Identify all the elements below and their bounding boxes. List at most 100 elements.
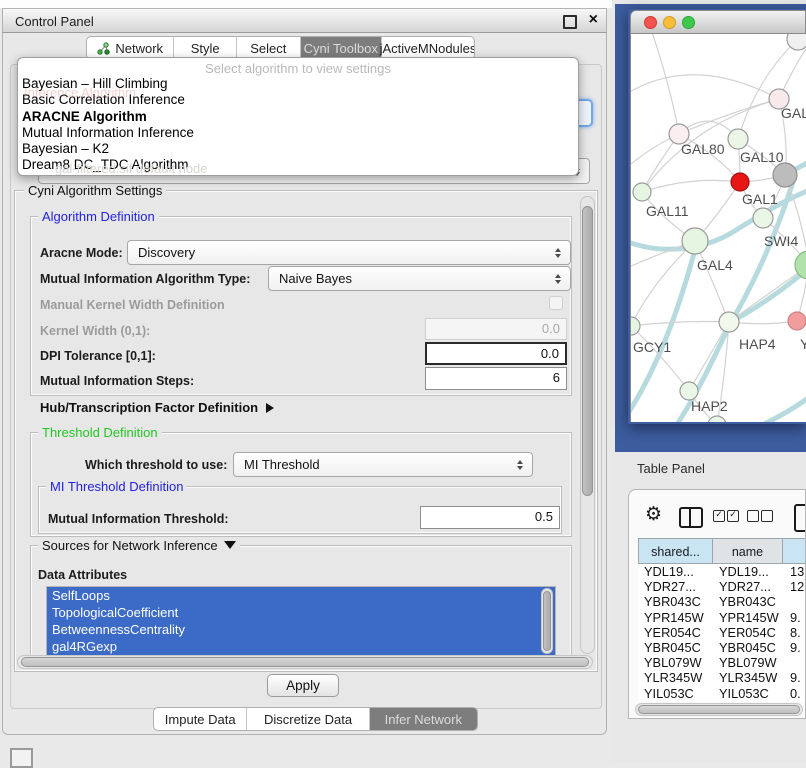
table-header[interactable]: shared...name — [638, 538, 806, 564]
network-graph[interactable]: GALGAL80GAL10GAL1GAL11SWI4GAL4HAP4YGCY1H… — [631, 34, 806, 422]
mi-algorithm-type-combo[interactable]: Naive Bayes — [268, 266, 571, 291]
table-body[interactable]: YDL19...YDL19...13YDR27...YDR27...12YBR0… — [638, 564, 806, 702]
tab-jactivemnodules[interactable]: jActiveMNodules — [381, 37, 474, 59]
data-attribute-item[interactable]: BetweennessCentrality — [47, 621, 555, 638]
aracne-mode-combo[interactable]: Discovery — [127, 240, 571, 265]
checked-checkbox-icon[interactable]: ✓ — [713, 510, 725, 522]
network-window-titlebar[interactable] — [630, 10, 806, 34]
table-h-scrollbar-thumb[interactable] — [638, 705, 800, 714]
aracne-mode-value: Discovery — [128, 245, 550, 260]
table-cell: YDR27... — [638, 579, 713, 594]
network-node[interactable] — [633, 183, 651, 201]
unchecked-checkbox-icon[interactable] — [761, 510, 773, 522]
table-row[interactable]: YBL079WYBL079W — [638, 655, 806, 670]
table-row[interactable]: YER054CYER054C8. — [638, 625, 806, 640]
hub-definition-label: Hub/Transcription Factor Definition — [40, 400, 258, 415]
network-node[interactable] — [731, 173, 749, 191]
settings-h-scrollbar-thumb[interactable] — [21, 657, 589, 667]
network-node[interactable] — [788, 312, 806, 330]
column-header[interactable] — [782, 538, 806, 564]
network-node[interactable] — [708, 416, 726, 422]
table-document-icon[interactable] — [794, 504, 806, 532]
dock-panel-icon[interactable] — [10, 748, 33, 768]
tab-label: Discretize Data — [264, 712, 352, 727]
list-v-scrollbar[interactable] — [541, 588, 553, 654]
table-row[interactable]: YPR145WYPR145W9. — [638, 610, 806, 625]
settings-v-scrollbar-thumb[interactable] — [582, 206, 593, 496]
control-panel-titlebar[interactable]: Control Panel × — [2, 8, 607, 33]
table-row[interactable]: YBR045CYBR045C9. — [638, 640, 806, 655]
algorithm-option[interactable]: Bayesian – K2 — [18, 141, 578, 157]
node-label: HAP2 — [691, 398, 728, 414]
network-edge — [738, 39, 798, 139]
tab-network[interactable]: Network — [87, 37, 173, 59]
dpi-tolerance-field[interactable]: 0.0 — [425, 342, 567, 365]
columns-icon[interactable] — [679, 507, 703, 528]
column-header[interactable]: name — [712, 538, 783, 564]
close-traffic-light-icon[interactable] — [644, 16, 657, 29]
kernel-width-field[interactable]: 0.0 — [425, 318, 567, 340]
network-node[interactable] — [728, 129, 748, 149]
apply-button[interactable]: Apply — [267, 674, 339, 697]
data-attributes-list[interactable]: SelfLoopsTopologicalCoefficientBetweenne… — [46, 586, 556, 656]
table-cell: 0. — [784, 686, 806, 701]
sources-title-text: Sources for Network Inference — [42, 538, 218, 553]
table-row[interactable]: YDR27...YDR27...12 — [638, 579, 806, 594]
bottom-tabs: Impute Data Discretize Data Infer Networ… — [153, 707, 478, 731]
manual-kernel-label: Manual Kernel Width Definition — [40, 298, 225, 312]
data-attribute-item[interactable]: gal4RGexp — [47, 638, 555, 655]
table-cell: YBR045C — [713, 640, 784, 655]
node-label: GAL10 — [740, 149, 784, 165]
data-attributes-label: Data Attributes — [38, 568, 127, 582]
network-node[interactable] — [631, 317, 640, 335]
checked-checkbox-icon[interactable]: ✓ — [727, 510, 739, 522]
table-row[interactable]: YLR345WYLR345W9. — [638, 670, 806, 685]
tab-select[interactable]: Select — [236, 37, 300, 59]
network-node[interactable] — [773, 163, 797, 187]
which-threshold-combo[interactable]: MI Threshold — [233, 452, 533, 477]
settings-group-title: Cyni Algorithm Settings — [24, 183, 166, 198]
manual-kernel-checkbox[interactable] — [549, 296, 563, 310]
network-node[interactable] — [682, 228, 708, 254]
algorithm-option[interactable]: Mutual Information Inference — [18, 125, 578, 141]
tab-infer-network[interactable]: Infer Network — [369, 708, 477, 730]
algorithm-option[interactable]: ARACNE Algorithm — [18, 109, 578, 125]
settings-gear-icon[interactable]: ⚙ — [645, 503, 662, 525]
minimize-traffic-light-icon[interactable] — [663, 16, 676, 29]
tab-impute-data[interactable]: Impute Data — [154, 708, 246, 730]
table-row[interactable]: YIL053CYIL053C0. — [638, 686, 806, 701]
table-h-scrollbar[interactable] — [635, 703, 803, 716]
column-header[interactable]: shared... — [638, 538, 713, 564]
settings-v-scrollbar[interactable] — [580, 196, 595, 654]
table-cell: 13 — [784, 564, 806, 579]
float-window-icon[interactable] — [563, 15, 577, 29]
network-node[interactable] — [719, 312, 739, 332]
unchecked-checkbox-icon[interactable] — [747, 510, 759, 522]
hub-definition-expander[interactable]: Hub/Transcription Factor Definition — [40, 400, 274, 415]
table-row[interactable]: YDL19...YDL19...13 — [638, 564, 806, 579]
table-row[interactable]: YBR043CYBR043C — [638, 594, 806, 609]
node-label: GAL — [781, 105, 806, 121]
data-attribute-item[interactable]: TopologicalCoefficient — [47, 604, 555, 621]
table-cell: 9. — [784, 610, 806, 625]
close-icon[interactable]: × — [589, 11, 598, 29]
data-attribute-item[interactable]: SelfLoops — [47, 587, 555, 604]
mi-steps-field[interactable]: 6 — [425, 367, 567, 390]
table-cell: 8. — [784, 625, 806, 640]
node-label: GAL80 — [681, 141, 725, 157]
tab-discretize-data[interactable]: Discretize Data — [246, 708, 368, 730]
settings-h-scrollbar[interactable] — [17, 655, 593, 669]
table-cell: YBL079W — [713, 655, 784, 670]
tab-label: Style — [191, 41, 220, 56]
mi-threshold-field[interactable]: 0.5 — [420, 506, 560, 529]
network-view-canvas[interactable]: GALGAL80GAL10GAL1GAL11SWI4GAL4HAP4YGCY1H… — [630, 34, 806, 422]
zoom-traffic-light-icon[interactable] — [682, 16, 695, 29]
mi-threshold-group-title: MI Threshold Definition — [46, 479, 187, 494]
node-label: Y — [800, 336, 806, 352]
network-edge-thick — [751, 390, 806, 422]
tab-style[interactable]: Style — [173, 37, 236, 59]
network-node[interactable] — [753, 208, 773, 228]
table-cell: YPR145W — [638, 610, 713, 625]
list-v-scrollbar-thumb[interactable] — [543, 591, 551, 651]
tab-cyni-toolbox[interactable]: Cyni Toolbox — [300, 37, 381, 59]
